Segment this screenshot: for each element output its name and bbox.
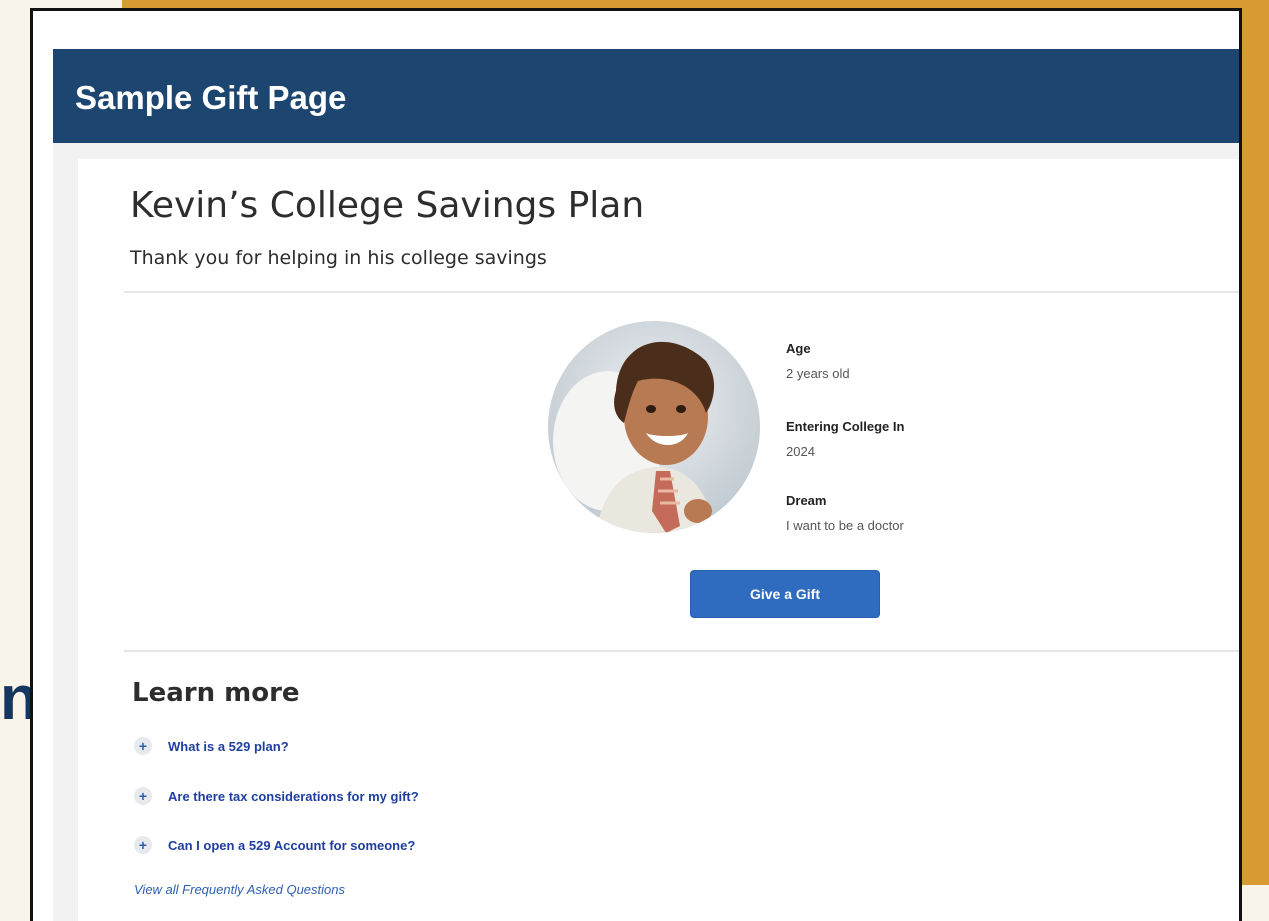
dream-value: I want to be a doctor	[786, 518, 904, 533]
avatar	[548, 321, 760, 533]
college-year-value: 2024	[786, 444, 815, 459]
age-field: Age 2 years old	[786, 341, 850, 381]
college-year-label: Entering College In	[786, 419, 905, 434]
faq-item-529-plan[interactable]: + What is a 529 plan?	[134, 736, 289, 756]
faq-label[interactable]: What is a 529 plan?	[168, 739, 289, 754]
dream-label: Dream	[786, 493, 827, 508]
faq-item-tax[interactable]: + Are there tax considerations for my gi…	[134, 786, 419, 806]
screenshot-frame: Sample Gift Page Kevin’s College Savings…	[30, 8, 1242, 921]
divider	[124, 291, 1239, 293]
plan-title: Kevin’s College Savings Plan	[130, 185, 645, 226]
age-value: 2 years old	[786, 366, 850, 381]
page-header: Sample Gift Page	[53, 49, 1239, 143]
plus-circle-icon[interactable]: +	[134, 836, 152, 854]
faq-item-open-account[interactable]: + Can I open a 529 Account for someone?	[134, 835, 415, 855]
faq-label[interactable]: Can I open a 529 Account for someone?	[168, 838, 415, 853]
plan-card: Kevin’s College Savings Plan Thank you f…	[78, 159, 1239, 921]
age-label: Age	[786, 341, 811, 356]
child-photo-icon	[548, 321, 760, 533]
dream-field: Dream I want to be a doctor	[786, 493, 904, 533]
plus-circle-icon[interactable]: +	[134, 737, 152, 755]
view-all-faqs-link[interactable]: View all Frequently Asked Questions	[134, 882, 345, 897]
give-gift-button[interactable]: Give a Gift	[690, 570, 880, 618]
learn-more-title: Learn more	[132, 678, 300, 708]
college-year-field: Entering College In 2024	[786, 419, 904, 459]
divider	[124, 650, 1239, 652]
faq-label[interactable]: Are there tax considerations for my gift…	[168, 789, 419, 804]
plus-circle-icon[interactable]: +	[134, 787, 152, 805]
plan-subtitle: Thank you for helping in his college sav…	[130, 247, 547, 269]
page-title: Sample Gift Page	[75, 79, 347, 116]
